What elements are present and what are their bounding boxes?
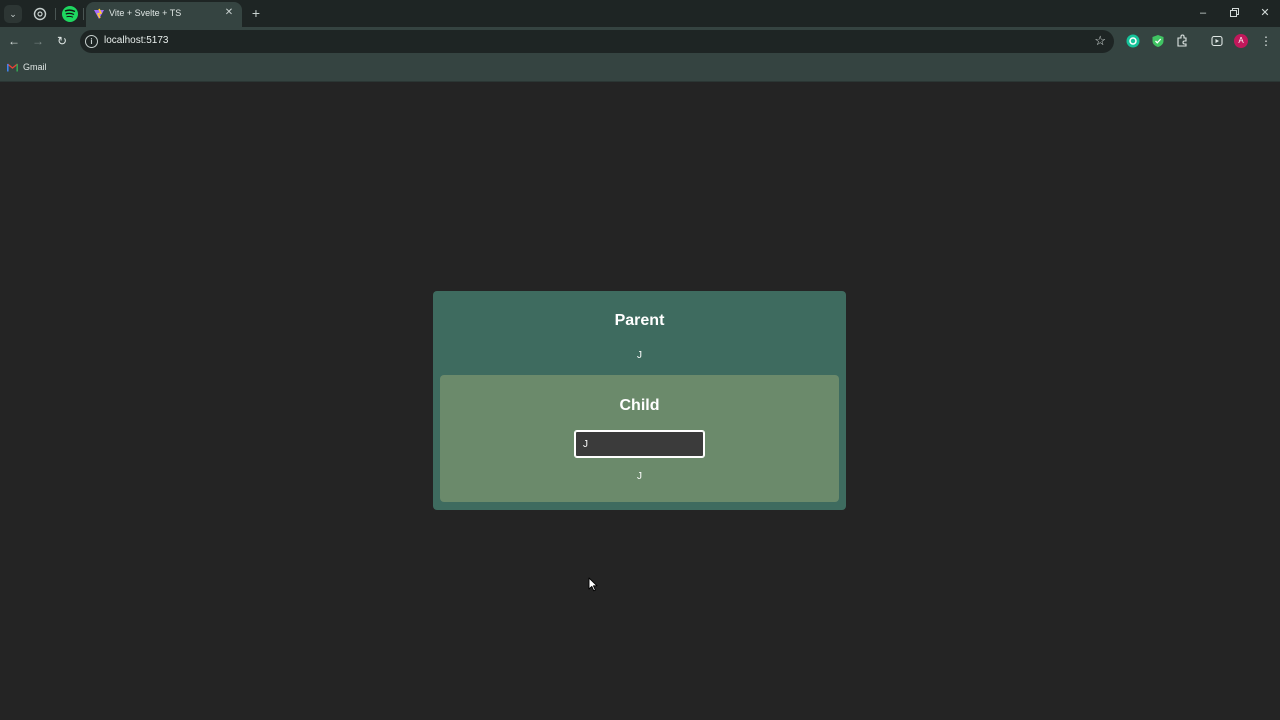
pinned-tab-chatgpt[interactable] bbox=[31, 5, 49, 23]
new-tab-button[interactable]: + bbox=[248, 5, 264, 21]
restore-button[interactable] bbox=[1224, 4, 1244, 22]
address-bar[interactable]: i localhost:5173 ☆ bbox=[80, 30, 1114, 53]
bookmark-star-button[interactable]: ☆ bbox=[1094, 33, 1106, 49]
tab-separator bbox=[55, 8, 56, 20]
mouse-pointer-icon bbox=[588, 577, 598, 592]
child-value: J bbox=[637, 471, 642, 482]
tab-close-button[interactable]: ✕ bbox=[222, 6, 236, 20]
tab-title: Vite + Svelte + TS bbox=[109, 8, 182, 18]
tab-search-button[interactable]: ⌄ bbox=[4, 5, 22, 23]
child-title: Child bbox=[619, 397, 660, 414]
site-info-icon[interactable]: i bbox=[85, 35, 98, 48]
parent-value: J bbox=[637, 350, 642, 361]
parent-card: Parent J Child J bbox=[433, 291, 846, 510]
chatgpt-icon bbox=[33, 7, 47, 21]
grammarly-icon[interactable] bbox=[1126, 34, 1140, 48]
extensions-icon[interactable] bbox=[1175, 34, 1189, 48]
shield-icon[interactable] bbox=[1151, 34, 1165, 48]
plus-icon: + bbox=[251, 5, 261, 21]
pinned-tab-spotify[interactable] bbox=[62, 6, 78, 22]
child-text-input[interactable] bbox=[574, 430, 705, 458]
forward-button[interactable]: → bbox=[30, 33, 46, 49]
active-tab[interactable]: Vite + Svelte + TS ✕ bbox=[86, 2, 242, 27]
window-close-button[interactable]: ✕ bbox=[1255, 4, 1275, 22]
tab-separator bbox=[83, 8, 84, 20]
gmail-icon bbox=[7, 63, 18, 72]
bookmarks-bar: Gmail bbox=[0, 56, 1280, 82]
minimize-icon: – bbox=[1199, 7, 1207, 19]
bookmark-label: Gmail bbox=[23, 62, 47, 72]
close-icon: ✕ bbox=[1260, 7, 1270, 19]
restore-icon bbox=[1229, 8, 1239, 17]
svelte-favicon-icon bbox=[94, 8, 104, 19]
back-button[interactable]: ← bbox=[6, 33, 22, 49]
child-card: Child J bbox=[440, 375, 839, 502]
parent-title: Parent bbox=[614, 312, 665, 329]
reload-button[interactable]: ↻ bbox=[54, 33, 70, 49]
back-icon: ← bbox=[8, 34, 20, 48]
close-icon: ✕ bbox=[224, 7, 234, 18]
forward-icon: → bbox=[32, 34, 44, 48]
star-icon: ☆ bbox=[1094, 33, 1106, 48]
minimize-button[interactable]: – bbox=[1193, 4, 1213, 22]
address-url: localhost:5173 bbox=[104, 35, 169, 46]
browser-toolbar: ← → ↻ i localhost:5173 ☆ A ⋮ bbox=[0, 27, 1280, 56]
more-icon: ⋮ bbox=[1260, 34, 1272, 48]
spotify-icon bbox=[64, 9, 76, 18]
media-icon[interactable] bbox=[1210, 34, 1224, 48]
reload-icon: ↻ bbox=[56, 34, 68, 48]
profile-avatar[interactable]: A bbox=[1234, 34, 1248, 48]
chevron-down-icon: ⌄ bbox=[9, 9, 17, 19]
browser-tab-strip: ⌄ Vite + Svelte + TS ✕ + – ✕ bbox=[0, 0, 1280, 27]
more-menu-button[interactable]: ⋮ bbox=[1258, 33, 1274, 49]
